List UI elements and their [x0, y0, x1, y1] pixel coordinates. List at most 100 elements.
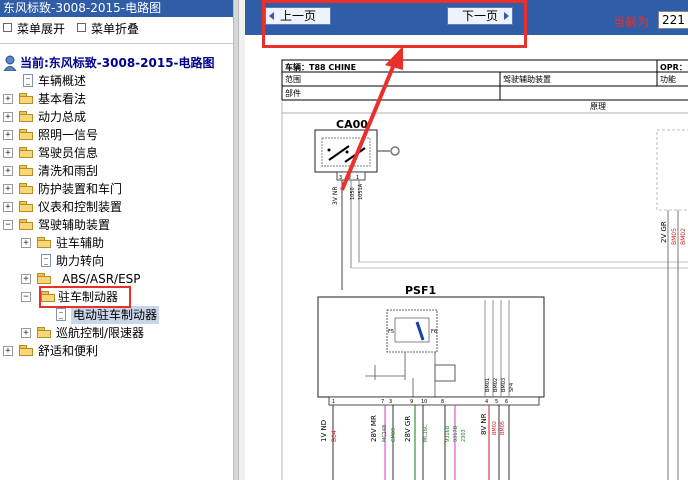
- psf1-pin-7: 4: [485, 399, 488, 405]
- folder-icon: [37, 273, 51, 284]
- psf1-side-label-3: BM03: [501, 378, 507, 392]
- plus-icon[interactable]: +: [3, 166, 13, 176]
- right-connector-code-1: BM05: [671, 228, 678, 245]
- plus-icon[interactable]: +: [21, 238, 31, 248]
- collapse-icon: [77, 23, 86, 32]
- header-component: 部件: [285, 88, 301, 98]
- ca00-name: CA00: [336, 118, 368, 131]
- tree-item-label: 动力总成: [38, 110, 87, 124]
- tree-item-label: 助力转向: [56, 254, 105, 268]
- ca00-wire-2: 1050: [350, 187, 356, 200]
- wire-code-9316b: 9316B: [445, 425, 451, 442]
- tree-item-label: 基本看法: [38, 92, 87, 106]
- wire-label-8v-nr: 8V NR: [480, 413, 488, 435]
- right-connector-wire: 2V GR: [660, 221, 668, 243]
- psf1-side-label-4: SF4: [509, 383, 515, 392]
- psf1-pin-3: 3: [389, 399, 392, 405]
- key-icon: [377, 146, 400, 156]
- expand-menu-label: 菜单展开: [17, 22, 66, 36]
- psf1-side-label-1: BM01: [485, 378, 491, 392]
- tree-item-label: 防护装置和车门: [38, 182, 123, 196]
- plus-icon[interactable]: +: [3, 148, 13, 158]
- diagram-pane: 车辆：T88 CHINE OPR： 范围 驾驶辅助装置 功能 部件 原理 CA0…: [245, 0, 688, 480]
- current-page-label: 当前为: [613, 15, 650, 29]
- ca00-pin-3: 3: [339, 175, 342, 181]
- ca00-wire-1: 3V NR: [332, 187, 339, 206]
- tree-item-label: 照明一信号: [38, 128, 99, 142]
- plus-icon[interactable]: +: [3, 130, 13, 140]
- header-system: 驾驶辅助装置: [503, 74, 551, 84]
- parking-brake-highlight: [39, 286, 131, 308]
- collapse-menu-label: 菜单折叠: [91, 22, 140, 36]
- psf1-fuse-label-2: F6: [431, 329, 437, 335]
- tree-item-label: 驾驶辅助装置: [38, 218, 111, 232]
- tree-item-label: 清洗和雨刮: [38, 164, 99, 178]
- psf1-pin-1: 1: [332, 399, 335, 405]
- expand-menu-button[interactable]: 菜单展开: [3, 20, 65, 38]
- psf1-fuse-label-1: F5: [388, 329, 394, 335]
- wire-code-mc16b: MC16B: [382, 424, 388, 442]
- minus-icon[interactable]: −: [3, 220, 13, 230]
- header-vehicle: 车辆：T88 CHINE: [285, 62, 356, 72]
- folder-icon: [19, 165, 33, 176]
- right-connector: [656, 129, 688, 480]
- tree-root-label: 当前:东风标致-3008-2015-电路图: [20, 56, 215, 70]
- tree-item-label: 电动驻车制动器: [71, 306, 160, 324]
- plus-icon[interactable]: +: [21, 274, 31, 284]
- tree-item-label: 巡航控制/限速器: [56, 326, 145, 340]
- psf1-pin-4: 9: [410, 399, 413, 405]
- document-icon: [56, 308, 66, 321]
- minus-icon[interactable]: −: [21, 292, 31, 302]
- folder-icon: [19, 183, 33, 194]
- header-function: 功能: [660, 74, 676, 84]
- tree-item-label: 舒适和便利: [38, 344, 99, 358]
- folder-icon: [37, 237, 51, 248]
- tree-item-label: 驻车辅助: [56, 236, 105, 250]
- header-scope: 范围: [285, 74, 301, 84]
- plus-icon[interactable]: +: [3, 202, 13, 212]
- folder-icon: [19, 219, 33, 230]
- wire-code-b04: B04: [331, 430, 338, 442]
- wire-label-28v-mr: 28V MR: [370, 415, 378, 442]
- psf1-name: PSF1: [405, 284, 436, 297]
- document-icon: [41, 254, 51, 267]
- psf1-side-label-2: BM02: [493, 378, 499, 392]
- plus-icon[interactable]: +: [3, 346, 13, 356]
- tree-item-label: 驾驶员信息: [38, 146, 99, 160]
- collapse-menu-button[interactable]: 菜单折叠: [77, 20, 139, 38]
- tree-item-label: 仪表和控制装置: [38, 200, 123, 214]
- tree-item-label: 车辆概述: [38, 74, 87, 88]
- ca00-connector: [314, 129, 688, 290]
- wire-code-2303: 2303: [461, 429, 467, 442]
- wire-label-28v-gr: 28V GR: [404, 416, 412, 442]
- right-connector-code-2: BM02: [680, 228, 687, 245]
- psf1-pin-2: 7: [381, 399, 384, 405]
- plus-icon[interactable]: +: [3, 184, 13, 194]
- folder-icon: [19, 93, 33, 104]
- user-icon: [3, 55, 17, 71]
- folder-icon: [37, 327, 51, 338]
- folder-icon: [19, 111, 33, 122]
- plus-icon[interactable]: +: [3, 94, 13, 104]
- folder-icon: [19, 201, 33, 212]
- psf1-pin-5: 10: [421, 399, 427, 405]
- folder-icon: [19, 129, 33, 140]
- psf1-pin-6: 8: [441, 399, 444, 405]
- expand-icon: [3, 23, 12, 32]
- left-pane-title: 东风标致-3008-2015-电路图: [0, 0, 233, 17]
- plus-icon[interactable]: +: [3, 112, 13, 122]
- wiring-diagram: 车辆：T88 CHINE OPR： 范围 驾驶辅助装置 功能 部件 原理 CA0…: [281, 46, 688, 480]
- ca00-pin-1: 1: [356, 175, 359, 181]
- left-pane: 东风标致-3008-2015-电路图 菜单展开 菜单折叠 当前:东风标致-300…: [0, 0, 233, 480]
- current-page-input[interactable]: 221: [658, 11, 688, 29]
- document-icon: [23, 74, 33, 87]
- wire-code-cm09: CM09: [391, 428, 397, 442]
- wire-code-mc16c: MC16C: [423, 424, 429, 442]
- wire-code-bm02: BM02: [492, 421, 498, 435]
- toolbar-divider: [0, 43, 233, 44]
- wire-code-bm05: BM05: [500, 421, 506, 435]
- wire-code-9317b: 9317B: [453, 425, 459, 442]
- psf1-pin-8: 5: [495, 399, 498, 405]
- wire-label-1v-nd: 1V ND: [320, 420, 328, 442]
- plus-icon[interactable]: +: [21, 328, 31, 338]
